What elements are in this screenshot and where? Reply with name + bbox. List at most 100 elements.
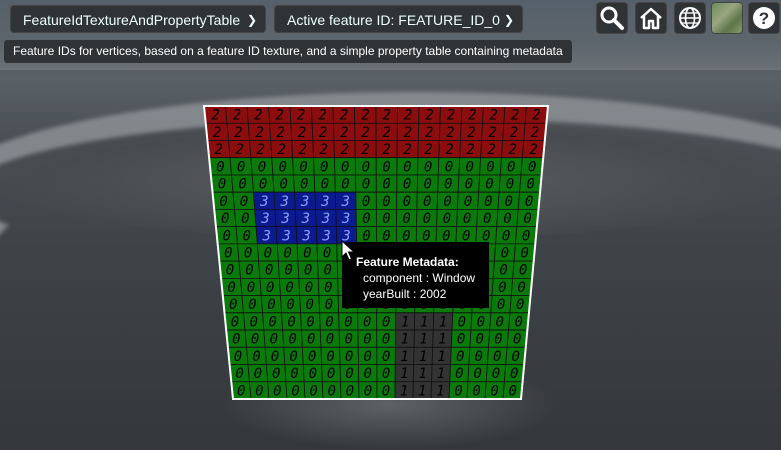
- texture-cell-digit: 0: [382, 314, 390, 330]
- texture-cell-digit: 2: [447, 108, 455, 124]
- texture-cell-digit: 0: [516, 297, 524, 313]
- texture-cell-digit: 0: [474, 349, 482, 365]
- texture-cell-digit: 0: [496, 314, 504, 330]
- texture-cell-digit: 0: [245, 263, 253, 279]
- viewer-scene[interactable]: 2222222222222222222222222222222222222222…: [0, 0, 781, 450]
- texture-cell-digit: 0: [326, 349, 334, 365]
- texture-cell-digit: 0: [251, 332, 259, 348]
- texture-cell-digit: 0: [443, 211, 451, 227]
- texture-cell-digit: 1: [400, 349, 408, 365]
- texture-cell-digit: 0: [490, 383, 498, 399]
- texture-cell-digit: 0: [363, 314, 371, 330]
- texture-cell-digit: 0: [234, 349, 242, 365]
- texture-cell-digit: 0: [494, 332, 502, 348]
- feature-id-select[interactable]: Active feature ID: FEATURE_ID_0 ❯: [274, 5, 523, 33]
- texture-cell-digit: 0: [423, 211, 431, 227]
- scene-mode-button[interactable]: [674, 2, 706, 34]
- texture-cell-digit: 0: [362, 211, 370, 227]
- texture-cell-digit: 0: [477, 314, 485, 330]
- texture-cell-digit: 0: [289, 349, 297, 365]
- texture-cell-digit: 0: [287, 314, 295, 330]
- texture-cell-digit: 0: [325, 297, 333, 313]
- texture-cell-digit: 0: [279, 177, 287, 193]
- texture-cell-digit: 3: [279, 194, 288, 210]
- texture-cell-digit: 0: [305, 280, 313, 296]
- texture-cell-digit: 0: [345, 349, 353, 365]
- texture-cell-digit: 3: [321, 211, 330, 227]
- help-button[interactable]: ?: [748, 2, 780, 34]
- texture-cell-digit: 2: [510, 125, 518, 141]
- texture-cell-digit: 0: [264, 246, 272, 262]
- texture-cell-digit: 2: [425, 108, 433, 124]
- texture-cell-digit: 3: [341, 194, 350, 210]
- texture-cell-digit: 0: [402, 211, 410, 227]
- svg-text:?: ?: [759, 9, 769, 28]
- texture-cell-digit: 0: [244, 246, 252, 262]
- mouse-cursor-icon: [341, 240, 355, 261]
- texture-cell-digit: 1: [420, 314, 428, 330]
- texture-cell-digit: 1: [401, 314, 409, 330]
- texture-cell-digit: 2: [298, 142, 306, 158]
- texture-cell-digit: 0: [364, 366, 372, 382]
- texture-cell-digit: 3: [341, 211, 350, 227]
- texture-cell-digit: 0: [323, 263, 331, 279]
- texture-cell-digit: 0: [504, 194, 512, 210]
- texture-cell-digit: 0: [272, 366, 280, 382]
- texture-cell-digit: 0: [363, 332, 371, 348]
- texture-cell-digit: 0: [237, 159, 245, 175]
- texture-cell-digit: 1: [401, 332, 409, 348]
- texture-cell-digit: 0: [458, 314, 466, 330]
- texture-cell-digit: 2: [445, 142, 453, 158]
- texture-cell-digit: 0: [492, 366, 500, 382]
- texture-cell-digit: 3: [300, 194, 309, 210]
- texture-cell-digit: 0: [254, 366, 262, 382]
- texture-cell-digit: 0: [514, 314, 522, 330]
- texture-cell-digit: 2: [404, 125, 412, 141]
- texture-cell-digit: 0: [270, 332, 278, 348]
- texture-cell-digit: 0: [344, 314, 352, 330]
- texture-cell-digit: 0: [327, 383, 335, 399]
- feature-id-texture-model[interactable]: 2 2 2 2 2 2 2 2 2 2 2 2 2 2 2 22 2 2 2 2 2 2 2 2 2 2 2 2 2 2 22 2 2 2 2 2 2 2…: [0, 0, 781, 450]
- texture-cell-digit: 0: [513, 332, 521, 348]
- texture-cell-digit: 3: [320, 194, 329, 210]
- texture-cell-digit: 1: [418, 383, 426, 399]
- texture-cell-digit: 0: [231, 314, 239, 330]
- search-button[interactable]: [596, 2, 628, 34]
- texture-cell-digit: 3: [280, 211, 289, 227]
- texture-cell-digit: 2: [361, 142, 369, 158]
- texture-cell-digit: 2: [446, 125, 454, 141]
- texture-cell-digit: 0: [444, 177, 452, 193]
- sandcastle-select[interactable]: FeatureIdTextureAndPropertyTable ❯: [10, 5, 266, 33]
- texture-cell-digit: 0: [520, 246, 528, 262]
- texture-cell-digit: 0: [223, 228, 231, 244]
- texture-cell-digit: 0: [232, 332, 240, 348]
- texture-cell-digit: 0: [290, 366, 298, 382]
- texture-cell-digit: 0: [259, 177, 267, 193]
- texture-cell-digit: 2: [255, 125, 263, 141]
- texture-cell-digit: 2: [468, 108, 476, 124]
- texture-cell-digit: 0: [363, 349, 371, 365]
- info-text: Feature IDs for vertices, based on a fea…: [13, 44, 563, 58]
- feature-metadata-tooltip: Feature Metadata: component : Window yea…: [342, 242, 489, 308]
- tooltip-year: yearBuilt : 2002: [363, 287, 447, 301]
- texture-cell-digit: 2: [340, 142, 348, 158]
- texture-cell-digit: 0: [303, 246, 311, 262]
- home-button[interactable]: [635, 2, 667, 34]
- texture-cell-digit: 2: [340, 108, 348, 124]
- texture-cell-digit: 0: [288, 332, 296, 348]
- texture-cell-digit: 0: [300, 177, 308, 193]
- texture-cell-digit: 1: [400, 366, 408, 382]
- texture-cell-digit: 1: [439, 314, 447, 330]
- texture-cell-digit: 0: [382, 349, 390, 365]
- texture-cell-digit: 0: [484, 194, 492, 210]
- texture-cell-digit: 3: [260, 211, 269, 227]
- texture-cell-digit: 0: [320, 159, 328, 175]
- texture-cell-digit: 2: [467, 125, 475, 141]
- texture-cell-digit: 0: [321, 177, 329, 193]
- help-icon: ?: [753, 7, 775, 29]
- imagery-picker-button[interactable]: [711, 2, 743, 34]
- texture-cell-digit: 0: [266, 280, 274, 296]
- texture-cell-digit: 0: [224, 246, 232, 262]
- home-icon: [640, 7, 662, 30]
- texture-cell-digit: 1: [437, 366, 445, 382]
